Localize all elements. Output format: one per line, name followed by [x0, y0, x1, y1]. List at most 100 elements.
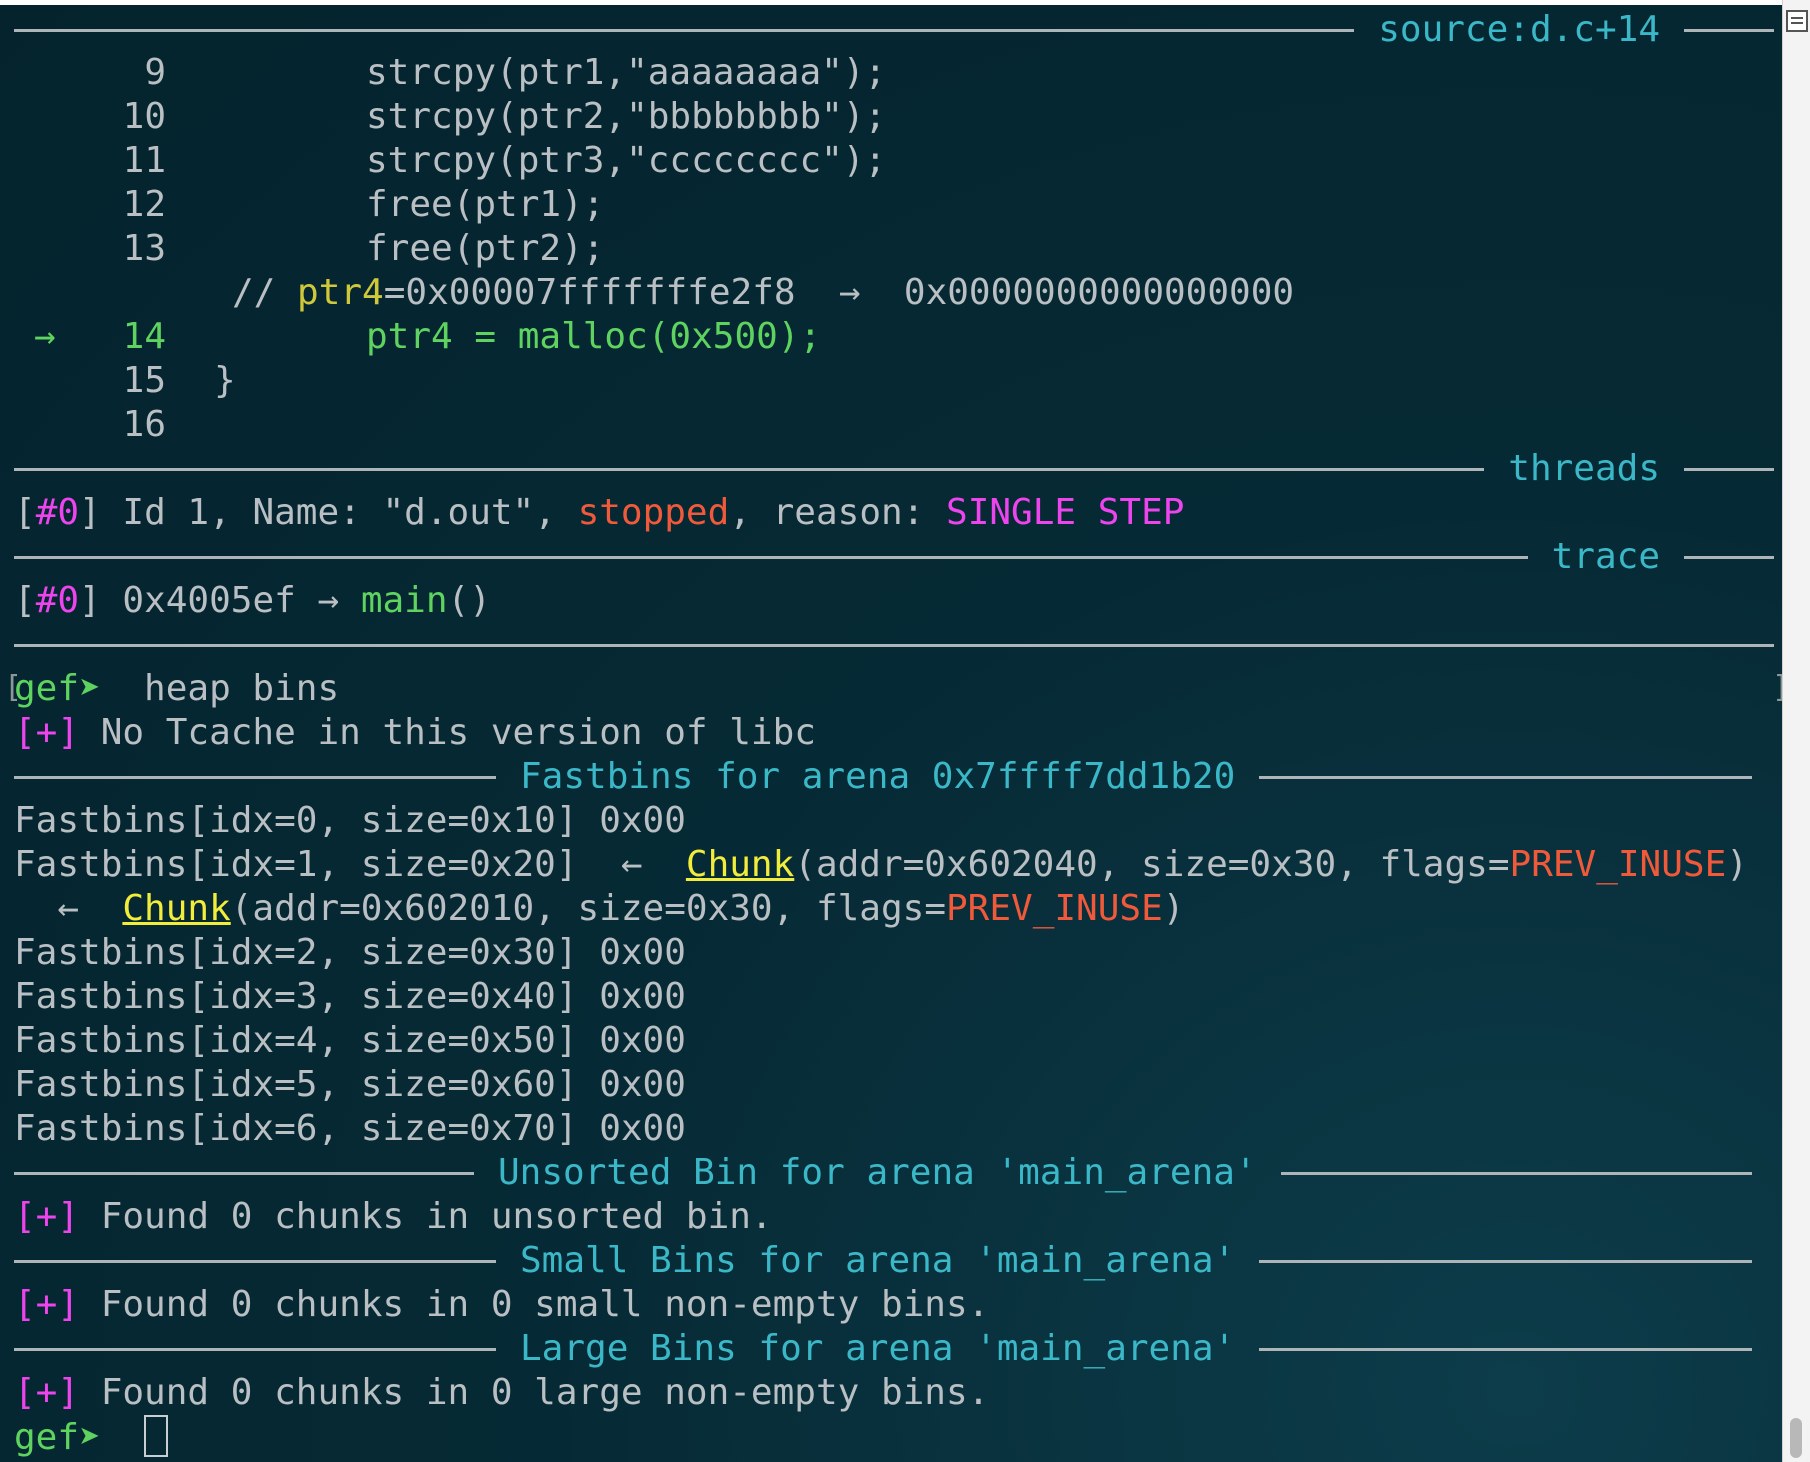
fastbin-row: Fastbins[idx=5, size=0x60] 0x00	[14, 1063, 686, 1107]
open-bracket: [	[14, 580, 36, 621]
chunk-label: Chunk	[122, 888, 231, 929]
input-bracket-right: ]	[1772, 670, 1782, 705]
separator-rule	[1259, 1347, 1752, 1351]
separator-rule	[14, 555, 1528, 559]
line-number: 15	[122, 360, 166, 401]
line-number: 11	[122, 140, 166, 181]
source-line: 16	[14, 403, 166, 447]
fastbin-text: Fastbins[idx=2, size=0x30] 0x00	[14, 932, 686, 973]
scrollbar-thumb[interactable]	[1790, 1418, 1802, 1458]
info-mark: [+]	[14, 712, 80, 753]
info-mark: [+]	[14, 1372, 80, 1413]
separator-rule	[1259, 775, 1752, 779]
separator-rule	[14, 28, 1355, 32]
fastbin-row: Fastbins[idx=4, size=0x50] 0x00	[14, 1019, 686, 1063]
reason-label: , reason:	[729, 492, 947, 533]
current-line-arrow-icon: →	[34, 316, 56, 357]
fastbin-text: Fastbins[idx=0, size=0x10] 0x00	[14, 800, 686, 841]
threads-section-header: threads	[14, 447, 1774, 491]
close-paren: )	[1726, 844, 1748, 885]
message-text: No Tcache in this version of libc	[79, 712, 816, 753]
fastbins-section-title: Fastbins for arena 0x7ffff7dd1b20	[520, 756, 1236, 797]
source-line: 12 free(ptr1);	[14, 183, 605, 227]
separator-rule	[14, 1259, 496, 1263]
scrollbar-menu-icon[interactable]	[1786, 10, 1808, 32]
separator-rule	[14, 1347, 496, 1351]
chunk-flag: PREV_INUSE	[946, 888, 1163, 929]
text-cursor[interactable]	[144, 1415, 169, 1457]
chain-arrow: ←	[14, 888, 123, 929]
source-line: 11 strcpy(ptr3,"cccccccc");	[14, 139, 887, 183]
source-code: strcpy(ptr3,"cccccccc");	[366, 140, 887, 181]
source-section-title: source:d.c+14	[1378, 9, 1660, 50]
tcache-message: [+] No Tcache in this version of libc	[14, 711, 816, 755]
stop-reason: SINGLE STEP	[946, 492, 1185, 533]
separator-rule	[1684, 28, 1774, 32]
fastbin-text: Fastbins[idx=3, size=0x40] 0x00	[14, 976, 686, 1017]
fastbin-row: Fastbins[idx=6, size=0x70] 0x00	[14, 1107, 686, 1151]
variable-comment: // ptr4=0x00007fffffffe2f8 → 0x000000000…	[232, 271, 1294, 315]
thread-row: [#0] Id 1, Name: "d.out", stopped, reaso…	[14, 491, 1184, 535]
unsorted-section-header: Unsorted Bin for arena 'main_arena'	[14, 1151, 1752, 1195]
thread-id: #0	[35, 492, 80, 533]
line-number: 14	[122, 316, 166, 357]
separator-rule	[14, 643, 1774, 647]
large-bins-section-title: Large Bins for arena 'main_arena'	[520, 1328, 1236, 1369]
fastbins-section-header: Fastbins for arena 0x7ffff7dd1b20	[14, 755, 1752, 799]
chunk-label: Chunk	[685, 844, 795, 885]
message-text: Found 0 chunks in 0 small non-empty bins…	[79, 1284, 990, 1325]
large-bins-message: [+] Found 0 chunks in 0 large non-empty …	[14, 1371, 989, 1415]
gef-prompt: gef➤	[14, 1417, 101, 1458]
fastbin-text: Fastbins[idx=1, size=0x20] ←	[14, 844, 686, 885]
small-bins-section-title: Small Bins for arena 'main_arena'	[520, 1240, 1236, 1281]
separator-rule	[1259, 1259, 1752, 1263]
fastbin-chunk-continuation: ← Chunk(addr=0x602010, size=0x30, flags=…	[14, 887, 1184, 931]
fastbin-text: Fastbins[idx=6, size=0x70] 0x00	[14, 1108, 686, 1149]
trace-section-header: trace	[14, 535, 1774, 579]
comment-prefix: //	[232, 272, 298, 313]
small-bins-section-header: Small Bins for arena 'main_arena'	[14, 1239, 1752, 1283]
source-line: 15}	[14, 359, 236, 403]
open-bracket: [	[14, 492, 36, 533]
separator-rule	[14, 467, 1485, 471]
source-line: 10 strcpy(ptr2,"bbbbbbbb");	[14, 95, 887, 139]
info-mark: [+]	[14, 1284, 80, 1325]
current-source-line: → 14 ptr4 = malloc(0x500);	[14, 315, 821, 359]
unsorted-message: [+] Found 0 chunks in unsorted bin.	[14, 1195, 773, 1239]
trace-section-title: trace	[1551, 536, 1660, 577]
chunk-details: (addr=0x602010, size=0x30, flags=	[230, 888, 946, 929]
comment-value: =0x00007fffffffe2f8 → 0x0000000000000000	[383, 272, 1295, 313]
fastbin-row: Fastbins[idx=1, size=0x20] ← Chunk(addr=…	[14, 843, 1748, 887]
vertical-scrollbar[interactable]	[1782, 0, 1810, 1462]
command-line: gef➤ heap bins	[14, 667, 339, 711]
separator-rule	[14, 1171, 474, 1175]
source-line: 13 free(ptr2);	[14, 227, 605, 271]
threads-section-title: threads	[1508, 448, 1660, 489]
frame-parens: ()	[447, 580, 491, 621]
close-bracket: ]	[79, 580, 101, 621]
line-number: 10	[122, 96, 166, 137]
close-bracket: ]	[79, 492, 101, 533]
fastbin-row: Fastbins[idx=0, size=0x10] 0x00	[14, 799, 686, 843]
unsorted-section-title: Unsorted Bin for arena 'main_arena'	[498, 1152, 1257, 1193]
fastbin-text: Fastbins[idx=4, size=0x50] 0x00	[14, 1020, 686, 1061]
terminal-window: source:d.c+14 9 strcpy(ptr1,"aaaaaaaa"); …	[0, 0, 1782, 1462]
source-section-header: source:d.c+14	[14, 8, 1774, 52]
separator-rule	[1280, 1171, 1752, 1175]
line-number: 13	[122, 228, 166, 269]
info-mark: [+]	[14, 1196, 80, 1237]
trace-row: [#0] 0x4005ef → main()	[14, 579, 491, 623]
frame-id: #0	[35, 580, 80, 621]
large-bins-section-header: Large Bins for arena 'main_arena'	[14, 1327, 1752, 1371]
window-top-edge	[0, 0, 1782, 5]
message-text: Found 0 chunks in 0 large non-empty bins…	[79, 1372, 990, 1413]
message-text: Found 0 chunks in unsorted bin.	[79, 1196, 773, 1237]
context-end-separator	[14, 623, 1774, 667]
frame-address: 0x4005ef →	[100, 580, 361, 621]
source-code: strcpy(ptr1,"aaaaaaaa");	[366, 52, 887, 93]
source-code: }	[214, 360, 236, 401]
separator-rule	[1684, 467, 1774, 471]
active-prompt-line[interactable]: gef➤	[14, 1415, 169, 1459]
gef-prompt: gef➤	[14, 668, 101, 709]
thread-info: Id 1, Name: "d.out",	[100, 492, 578, 533]
